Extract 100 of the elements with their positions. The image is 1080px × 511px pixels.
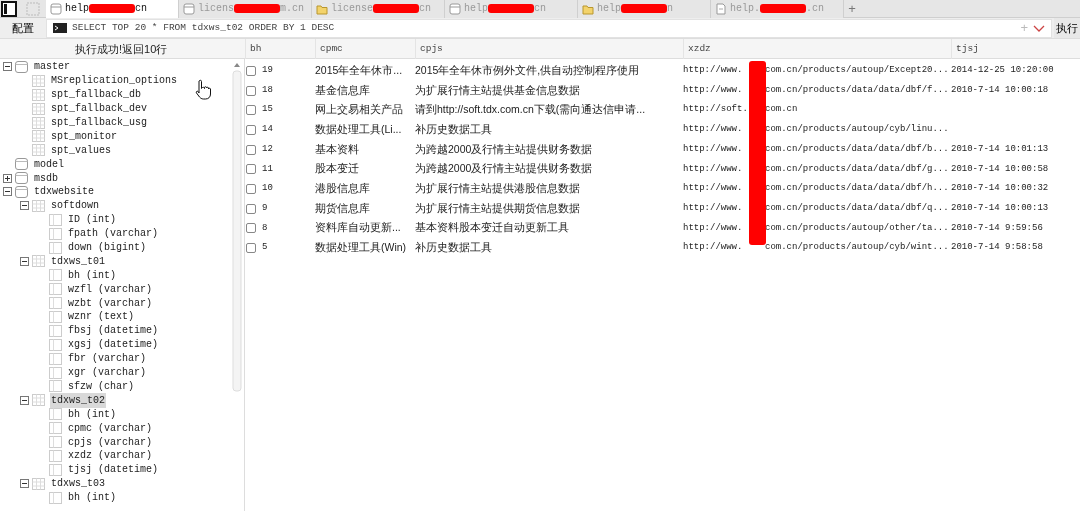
- query-field[interactable]: SELECT TOP 20 * FROM tdxws_t02 ORDER BY 1 DESC +: [46, 18, 1052, 38]
- status-text: 执行成功!返回10行: [74, 42, 169, 57]
- table-cell: 2010-7-14 10:00:58: [951, 163, 1049, 174]
- tree-item[interactable]: spt_fallback_dev: [50, 101, 148, 117]
- tree-item[interactable]: bh (int): [67, 267, 117, 283]
- table-cell-text: 18: [262, 83, 273, 97]
- column-header[interactable]: cpmc: [315, 39, 415, 59]
- tree-item[interactable]: spt_values: [50, 142, 112, 158]
- table-cell-text: 8: [262, 221, 268, 235]
- row-checkbox[interactable]: [246, 144, 256, 155]
- row-checkbox[interactable]: [246, 65, 256, 76]
- tree-item[interactable]: wzfl (varchar): [67, 281, 153, 297]
- table-cell-text: http://www.: [683, 182, 744, 196]
- table-cell-text: 港股信息库: [315, 181, 371, 197]
- table-cell-text: http://www.: [683, 64, 744, 78]
- tree-item[interactable]: xgr (varchar): [67, 365, 147, 381]
- column-header[interactable]: xzdz: [683, 39, 951, 59]
- row-checkbox[interactable]: [246, 243, 256, 254]
- redaction-mark: [488, 4, 534, 13]
- tree-item[interactable]: tdxws_t03: [50, 476, 106, 492]
- collapse-icon[interactable]: [20, 395, 29, 405]
- table-cell: com.cn/products/data/data/dbf/g...: [765, 163, 949, 174]
- column-icon: [49, 269, 62, 282]
- table-icon: [32, 130, 45, 143]
- tree-item[interactable]: sfzw (char): [67, 378, 135, 394]
- column-header[interactable]: tjsj: [951, 39, 1075, 59]
- redaction-mark: [234, 4, 280, 13]
- tree-item[interactable]: spt_fallback_usg: [50, 115, 148, 130]
- column-icon: [49, 491, 62, 504]
- row-checkbox[interactable]: [246, 105, 256, 116]
- database-icon: [15, 172, 28, 185]
- table-cell-text: 股本变迁: [315, 161, 360, 177]
- tree-item[interactable]: spt_fallback_db: [50, 87, 142, 103]
- tree-item[interactable]: bh (int): [67, 406, 117, 422]
- redaction-mark: [621, 4, 667, 13]
- tree-item[interactable]: fpath (varchar): [67, 226, 159, 242]
- table-cell-text: 基本资料股本变迁自动更新工具: [415, 220, 570, 236]
- row-checkbox[interactable]: [246, 164, 256, 175]
- table-cell-text: 11: [262, 162, 273, 176]
- tree-item[interactable]: fbsj (datetime): [67, 323, 159, 339]
- table-cell-text: 请到http://soft.tdx.com.cn下载(需向通达信申请...: [415, 102, 647, 118]
- table-cell: 2010-7-14 10:00:13: [951, 202, 1049, 213]
- table-cell-text: http://www.: [683, 221, 744, 235]
- tree-item[interactable]: tdxws_t01: [50, 253, 106, 269]
- tree-item[interactable]: master: [33, 59, 71, 75]
- tree-item[interactable]: xzdz (varchar): [67, 448, 153, 464]
- table-cell: 2014-12-25 10:20:00: [951, 65, 1054, 76]
- collapse-icon[interactable]: [20, 201, 29, 211]
- row-checkbox[interactable]: [246, 223, 256, 234]
- table-cell: 2010-7-14 9:58:58: [951, 242, 1043, 253]
- table-cell-text: 9: [262, 201, 268, 215]
- tree-item[interactable]: cpmc (varchar): [67, 420, 153, 436]
- table-cell: 2010-7-14 10:00:18: [951, 84, 1049, 95]
- tree-item[interactable]: spt_monitor: [50, 128, 118, 144]
- table-cell: 2010-7-14 9:59:56: [951, 222, 1043, 233]
- redaction-mark: [89, 4, 135, 13]
- run-button[interactable]: 执行: [1054, 18, 1080, 38]
- column-icon: [49, 227, 62, 240]
- dropdown-icon[interactable]: [1033, 23, 1045, 33]
- column-header[interactable]: bh: [245, 39, 315, 59]
- tree-item[interactable]: tjsj (datetime): [67, 462, 159, 478]
- tree-item[interactable]: model: [33, 156, 65, 172]
- tab[interactable]: help cn: [46, 0, 179, 18]
- table-cell: com.cn/products/autoup/cyb/linu...: [765, 124, 949, 135]
- table-cell: com.cn/products/autoup/other/ta...: [765, 222, 949, 233]
- row-checkbox[interactable]: [246, 85, 256, 96]
- collapse-icon[interactable]: [20, 256, 29, 266]
- new-tab-button[interactable]: +: [844, 0, 860, 18]
- column-header[interactable]: cpjs: [415, 39, 683, 59]
- tree-item[interactable]: fbr (varchar): [67, 351, 147, 367]
- tree-item[interactable]: down (bigint): [67, 240, 147, 256]
- collapse-icon[interactable]: [3, 187, 12, 197]
- window-icon[interactable]: [0, 0, 20, 18]
- tree-item[interactable]: xgsj (datetime): [67, 337, 159, 353]
- tree-item[interactable]: cpjs (varchar): [67, 434, 153, 450]
- tree-item[interactable]: msdb: [33, 170, 59, 186]
- terminal-icon: [53, 23, 67, 33]
- tree-item[interactable]: tdxwebsite: [33, 184, 95, 200]
- table-cell-text: 补历史数据工具: [415, 122, 493, 138]
- table-cell: com.cn/products/autoup/cyb/wint...: [765, 242, 949, 253]
- tree-item[interactable]: softdown: [50, 198, 100, 214]
- expand-icon[interactable]: [3, 173, 12, 183]
- table-cell: 15: [262, 103, 273, 117]
- collapse-icon[interactable]: [20, 479, 29, 489]
- table-cell: 2010-7-14 10:01:13: [951, 143, 1049, 154]
- row-checkbox[interactable]: [246, 203, 256, 214]
- collapse-icon[interactable]: [3, 62, 12, 72]
- row-checkbox[interactable]: [246, 124, 256, 135]
- table-cell-text: 2015年全年休市例外文件,供自动控制程序使用: [415, 62, 641, 78]
- tree-item[interactable]: wzbt (varchar): [67, 295, 153, 311]
- tree-item[interactable]: bh (int): [67, 490, 117, 506]
- tree-item[interactable]: MSreplication_options: [50, 73, 179, 89]
- tree-item[interactable]: wznr (text): [67, 309, 135, 325]
- column-icon: [49, 449, 62, 462]
- database-icon: [15, 60, 28, 73]
- tree-item[interactable]: ID (int): [67, 212, 117, 228]
- column-icon: [49, 338, 62, 351]
- row-checkbox[interactable]: [246, 183, 256, 194]
- table-cell-text: 补历史数据工具: [415, 240, 493, 256]
- tree-item[interactable]: tdxws_t02: [50, 392, 106, 408]
